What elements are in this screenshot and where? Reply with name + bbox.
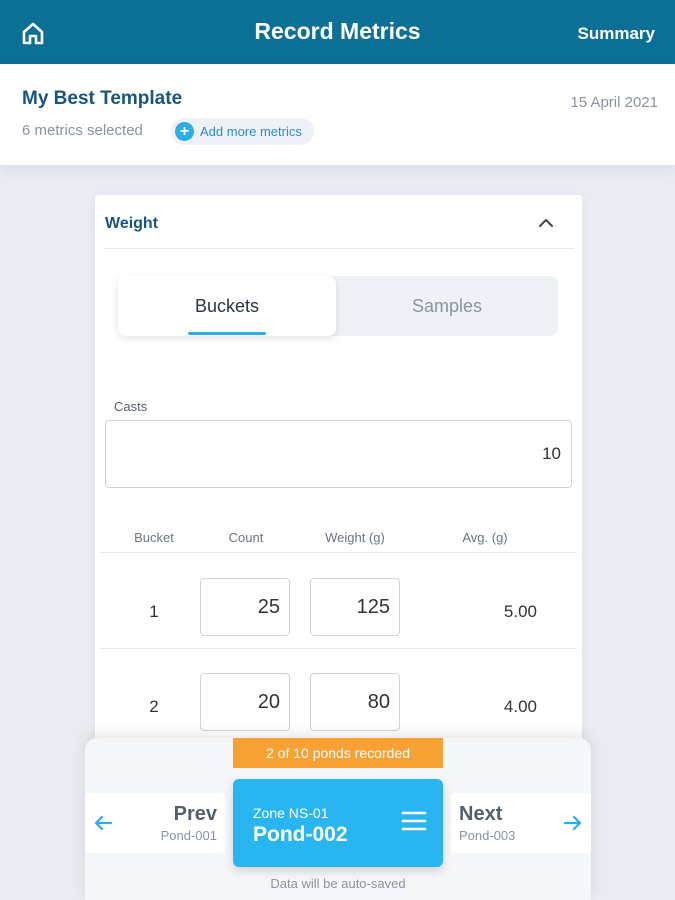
- active-tab-indicator: [188, 332, 266, 335]
- bucket-number: 1: [149, 602, 159, 621]
- next-pond-button[interactable]: Next Pond-003: [451, 793, 591, 853]
- divider: [100, 552, 577, 553]
- prev-label: Prev: [173, 803, 217, 825]
- progress-badge: 2 of 10 ponds recorded: [233, 738, 443, 768]
- count-input[interactable]: [200, 673, 290, 731]
- segmented-control: Buckets Samples: [118, 276, 558, 336]
- chevron-up-icon[interactable]: [536, 213, 556, 233]
- tab-buckets[interactable]: Buckets: [118, 276, 336, 336]
- column-header-count: Count: [228, 530, 264, 545]
- weight-input[interactable]: [310, 578, 400, 636]
- column-header-weight: Weight (g): [325, 530, 385, 545]
- menu-icon[interactable]: [401, 810, 427, 832]
- arrow-right-icon: [561, 811, 585, 835]
- template-date: 15 April 2021: [570, 94, 658, 111]
- bucket-number: 2: [149, 697, 159, 716]
- summary-button[interactable]: Summary: [578, 24, 655, 44]
- template-name: My Best Template: [22, 88, 183, 109]
- tab-samples-label: Samples: [411, 296, 483, 316]
- column-header-bucket: Bucket: [134, 530, 174, 545]
- add-more-metrics-button[interactable]: + Add more metrics: [171, 118, 314, 145]
- plus-icon: +: [175, 122, 194, 141]
- current-pond-name: Pond-002: [253, 823, 348, 846]
- pond-navigator: 2 of 10 ponds recorded Prev Pond-001 Zon…: [85, 738, 591, 900]
- casts-label: Casts: [114, 399, 148, 414]
- autosave-note: Data will be auto-saved: [270, 876, 406, 891]
- casts-input[interactable]: [105, 420, 572, 488]
- tab-buckets-label: Buckets: [194, 296, 260, 316]
- current-zone: Zone NS-01: [253, 805, 329, 821]
- next-label: Next: [459, 803, 503, 825]
- average-value: 4.00: [503, 697, 537, 716]
- card-title: Weight: [105, 215, 159, 232]
- average-value: 5.00: [503, 602, 537, 621]
- prev-pond-button[interactable]: Prev Pond-001: [85, 793, 225, 853]
- prev-pond-name: Pond-001: [160, 828, 217, 843]
- top-bar: Record Metrics Summary: [0, 0, 675, 64]
- page-title: Record Metrics: [254, 18, 421, 44]
- tab-samples[interactable]: Samples: [336, 276, 558, 336]
- add-more-metrics-label: Add more metrics: [200, 124, 302, 139]
- count-input[interactable]: [200, 578, 290, 636]
- arrow-left-icon: [91, 811, 115, 835]
- template-header: My Best Template 15 April 2021 6 metrics…: [0, 64, 675, 165]
- current-pond-card[interactable]: Zone NS-01 Pond-002: [233, 779, 443, 867]
- next-pond-name: Pond-003: [459, 828, 516, 843]
- divider: [103, 248, 574, 249]
- metrics-selected-count: 6 metrics selected: [22, 122, 143, 139]
- column-header-avg: Avg. (g): [462, 530, 508, 545]
- weight-input[interactable]: [310, 673, 400, 731]
- divider: [100, 648, 577, 649]
